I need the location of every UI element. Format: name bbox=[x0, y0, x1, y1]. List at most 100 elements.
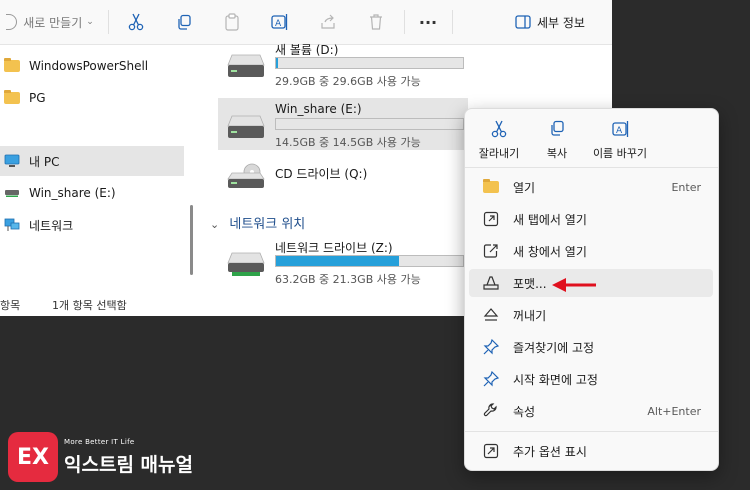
monitor-icon bbox=[4, 154, 20, 167]
drive-usage-bar bbox=[275, 118, 464, 130]
folder-icon bbox=[4, 58, 20, 72]
drive-name: Win_share (E:) bbox=[275, 102, 362, 116]
new-tab-icon bbox=[483, 211, 499, 227]
sidebar-item-label: PG bbox=[29, 91, 46, 105]
menu-item-label: 꺼내기 bbox=[513, 308, 547, 323]
hard-drive-icon bbox=[227, 115, 265, 138]
svg-text:A: A bbox=[616, 126, 623, 136]
details-button[interactable]: 세부 정보 bbox=[508, 12, 592, 32]
site-logo: EX More Better IT Life 익스트림 매뉴얼 bbox=[8, 432, 208, 482]
menu-item-label: 시작 화면에 고정 bbox=[513, 372, 598, 387]
menu-item-show-more-options[interactable]: 추가 옵션 표시 bbox=[469, 437, 713, 465]
svg-text:A: A bbox=[275, 19, 282, 29]
context-menu-quick-actions: 잘라내기 복사 A 이름 바꾸기 bbox=[465, 109, 718, 167]
new-button-label: 새로 만들기 bbox=[23, 15, 83, 30]
menu-item-label: 포맷... bbox=[513, 276, 547, 291]
rename-button[interactable]: A bbox=[268, 12, 292, 32]
drive-name: 새 볼륨 (D:) bbox=[275, 43, 339, 57]
scissors-icon bbox=[491, 120, 507, 138]
menu-item-pin-quick-access[interactable]: 즐겨찾기에 고정 bbox=[469, 333, 713, 361]
folder-icon bbox=[4, 90, 20, 104]
more-button[interactable]: ··· bbox=[416, 12, 440, 32]
status-count: 항목 bbox=[0, 299, 21, 312]
menu-item-label: 새 탭에서 열기 bbox=[513, 212, 587, 227]
drive-item-q[interactable]: CD 드라이브 (Q:) bbox=[218, 155, 468, 207]
network-drive-icon bbox=[5, 190, 19, 197]
sidebar-item-label: 내 PC bbox=[29, 154, 60, 169]
toolbar-divider bbox=[452, 10, 453, 34]
logo-badge: EX bbox=[8, 432, 58, 482]
drive-info: 29.9GB 중 29.6GB 사용 가능 bbox=[275, 75, 421, 88]
drive-usage-fill bbox=[276, 256, 400, 266]
section-header-network-location[interactable]: ⌄ 네트워크 위치 bbox=[210, 213, 305, 232]
eject-icon bbox=[483, 308, 499, 321]
drive-name: 네트워크 드라이브 (Z:) bbox=[275, 241, 393, 255]
logo-title: 익스트림 매뉴얼 bbox=[64, 454, 193, 476]
menu-item-open-new-tab[interactable]: 새 탭에서 열기 bbox=[469, 205, 713, 233]
trash-icon bbox=[370, 14, 382, 30]
ellipsis-icon: ··· bbox=[418, 12, 438, 32]
cut-button[interactable] bbox=[124, 12, 148, 32]
menu-item-open[interactable]: 열기 Enter bbox=[469, 173, 713, 201]
plus-circle-icon bbox=[6, 14, 18, 30]
format-icon bbox=[483, 276, 499, 290]
menu-divider bbox=[465, 167, 718, 168]
copy-icon bbox=[178, 14, 191, 30]
clipboard-icon bbox=[225, 13, 239, 31]
rename-icon: A bbox=[271, 14, 288, 30]
wrench-icon bbox=[483, 403, 497, 417]
drive-usage-bar bbox=[275, 57, 464, 69]
toolbar-divider bbox=[108, 10, 109, 34]
network-drive-icon bbox=[227, 252, 265, 276]
drive-item-z[interactable]: 네트워크 드라이브 (Z:) 63.2GB 중 21.3GB 사용 가능 bbox=[218, 235, 468, 287]
share-icon bbox=[321, 14, 335, 29]
status-selected: 1개 항목 선택함 bbox=[52, 299, 127, 312]
rename-action[interactable]: A 이름 바꾸기 bbox=[580, 117, 660, 161]
sidebar-item-label: 네트워크 bbox=[29, 218, 74, 233]
new-window-icon bbox=[483, 244, 498, 258]
drive-info: 63.2GB 중 21.3GB 사용 가능 bbox=[275, 273, 421, 286]
pin-icon bbox=[483, 339, 499, 355]
sidebar-item-network[interactable]: 네트워크 bbox=[0, 210, 184, 240]
pin-start-icon bbox=[483, 371, 499, 387]
paste-button[interactable] bbox=[220, 12, 244, 32]
share-button[interactable] bbox=[316, 12, 340, 32]
sidebar-item-label: WindowsPowerShell bbox=[29, 59, 149, 73]
menu-divider bbox=[465, 431, 718, 432]
hard-drive-icon bbox=[227, 54, 265, 77]
sidebar-item-win-share[interactable]: Win_share (E:) bbox=[0, 178, 184, 208]
menu-item-open-new-window[interactable]: 새 창에서 열기 bbox=[469, 237, 713, 265]
sidebar-scrollbar[interactable] bbox=[190, 205, 193, 275]
rename-icon: A bbox=[612, 121, 629, 137]
sidebar-item-this-pc[interactable]: 내 PC bbox=[0, 146, 184, 176]
annotation-arrow-icon bbox=[552, 278, 596, 292]
logo-tagline: More Better IT Life bbox=[64, 438, 135, 446]
drive-item-d[interactable]: 새 볼륨 (D:) 29.9GB 중 29.6GB 사용 가능 bbox=[218, 37, 468, 89]
copy-icon bbox=[551, 120, 564, 136]
drive-item-e[interactable]: Win_share (E:) 14.5GB 중 14.5GB 사용 가능 bbox=[218, 98, 468, 150]
sidebar-item-pg[interactable]: PG bbox=[0, 83, 184, 113]
folder-icon bbox=[483, 179, 499, 193]
sidebar-item-windowspowershell[interactable]: WindowsPowerShell bbox=[0, 51, 184, 81]
menu-item-eject[interactable]: 꺼내기 bbox=[469, 301, 713, 329]
delete-button[interactable] bbox=[364, 12, 388, 32]
copy-button[interactable] bbox=[172, 12, 196, 32]
sidebar-item-label: Win_share (E:) bbox=[29, 186, 116, 200]
menu-item-pin-start[interactable]: 시작 화면에 고정 bbox=[469, 365, 713, 393]
cd-drive-icon bbox=[227, 163, 265, 188]
details-pane-icon bbox=[515, 15, 531, 29]
menu-item-label: 열기 bbox=[513, 180, 536, 195]
network-icon bbox=[4, 218, 20, 231]
details-button-label: 세부 정보 bbox=[537, 15, 585, 30]
logo-badge-text: EX bbox=[17, 444, 49, 470]
navigation-pane: WindowsPowerShell PG 내 PC Win_share (E:)… bbox=[0, 45, 190, 290]
toolbar-divider bbox=[404, 10, 405, 34]
new-button[interactable]: 새로 만들기 ⌄ bbox=[0, 12, 100, 32]
menu-item-properties[interactable]: 속성 Alt+Enter bbox=[469, 397, 713, 425]
chevron-down-icon: ⌄ bbox=[210, 218, 220, 231]
menu-item-shortcut: Enter bbox=[671, 180, 701, 194]
drive-info: 14.5GB 중 14.5GB 사용 가능 bbox=[275, 136, 421, 149]
drive-name: CD 드라이브 (Q:) bbox=[275, 167, 368, 181]
menu-item-label: 추가 옵션 표시 bbox=[513, 444, 587, 459]
menu-item-label: 즐겨찾기에 고정 bbox=[513, 340, 595, 355]
